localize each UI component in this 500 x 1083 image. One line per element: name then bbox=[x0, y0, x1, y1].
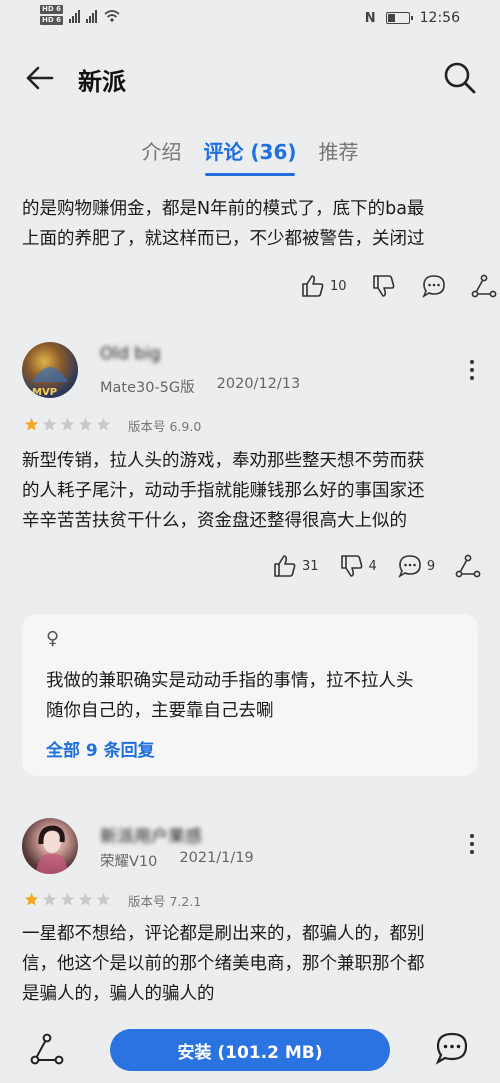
avatar bbox=[22, 818, 78, 874]
thumbs-down-icon bbox=[372, 275, 394, 297]
battery-icon bbox=[385, 12, 413, 24]
review-meta: Mate30-5G版 2020/12/13 bbox=[100, 376, 300, 397]
version-label: 版本号 6.9.0 bbox=[128, 419, 202, 434]
share-icon bbox=[455, 554, 481, 578]
device-name: 荣耀V10 bbox=[100, 854, 158, 870]
dislike-button[interactable]: 4 bbox=[339, 553, 377, 579]
share-icon[interactable] bbox=[30, 1032, 64, 1066]
like-button[interactable]: 31 bbox=[272, 553, 319, 579]
status-right: N 12:56 bbox=[365, 10, 460, 26]
star-empty-icon bbox=[42, 892, 57, 906]
review-body: 一星都不想给，评论都是刷出来的，都骗人的，都别 信，他这个是以前的那个绪美电商，… bbox=[22, 919, 482, 1009]
star-empty-icon bbox=[42, 417, 57, 431]
review-body: 新型传销，拉人头的游戏，奉劝那些整天想不劳而获 的人耗子尾汁，动动手指就能赚钱那… bbox=[22, 446, 482, 536]
device-name: Mate30-5G版 bbox=[100, 380, 195, 396]
review-date: 2021/1/19 bbox=[179, 850, 254, 866]
status-left: HD 6 HD 6 bbox=[40, 5, 121, 25]
like-count: 31 bbox=[302, 558, 319, 574]
reply-text: 我做的兼职确实是动动手指的事情，拉不拉人头 随你自己的，主要靠自己去唰 bbox=[46, 666, 466, 726]
thumbs-up-icon bbox=[274, 555, 296, 577]
reply-card[interactable]: ♀ 我做的兼职确实是动动手指的事情，拉不拉人头 随你自己的，主要靠自己去唰 全部… bbox=[22, 614, 478, 776]
search-icon[interactable] bbox=[440, 58, 480, 98]
sim2-badge: HD 6 bbox=[40, 16, 63, 25]
reply-line: 我做的兼职确实是动动手指的事情，拉不拉人头 bbox=[46, 671, 414, 691]
top-review-actions: 10 bbox=[300, 273, 497, 299]
avatar-image: MVP bbox=[32, 367, 68, 398]
share-icon bbox=[471, 274, 496, 298]
star-rating bbox=[24, 417, 111, 432]
review-card: 新派用户果感 荣耀V10 2021/1/19 版本号 7.2.1 一星都不想给，… bbox=[0, 816, 500, 1006]
avatar: MVP bbox=[22, 342, 78, 398]
install-button[interactable]: 安装 (101.2 MB) bbox=[110, 1029, 390, 1071]
version-label: 版本号 7.2.1 bbox=[128, 894, 202, 909]
review-date: 2020/12/13 bbox=[216, 376, 301, 392]
star-rating bbox=[24, 892, 111, 907]
bottom-bar: 安装 (101.2 MB) bbox=[0, 1012, 500, 1083]
reply-line: 随你自己的，主要靠自己去唰 bbox=[46, 701, 274, 721]
share-button[interactable] bbox=[455, 553, 481, 579]
more-options-icon[interactable] bbox=[468, 358, 476, 382]
review-card: MVP Old big Mate30-5G版 2020/12/13 版本号 6.… bbox=[0, 340, 500, 610]
comment-button[interactable]: 9 bbox=[397, 553, 435, 579]
tab-recommend[interactable]: 推荐 bbox=[319, 136, 359, 180]
star-empty-icon bbox=[96, 892, 111, 906]
username: Old big bbox=[100, 344, 161, 364]
top-review-text: 的是购物赚佣金，都是N年前的模式了，底下的ba最 上面的养肥了，就这样而已，不少… bbox=[22, 194, 482, 254]
page-title: 新派 bbox=[78, 68, 126, 96]
username: 新派用户果感 bbox=[100, 827, 202, 847]
thumbs-down-icon bbox=[340, 555, 362, 577]
star-empty-icon bbox=[60, 417, 75, 431]
tab-reviews[interactable]: 评论 (36) bbox=[203, 136, 297, 180]
thumbs-up-icon bbox=[302, 275, 324, 297]
comment-button[interactable] bbox=[421, 273, 447, 299]
back-arrow-icon[interactable] bbox=[22, 60, 58, 96]
signal1-icon bbox=[68, 9, 80, 23]
comment-count: 9 bbox=[426, 558, 436, 574]
avatar-image bbox=[36, 825, 68, 874]
status-bar: HD 6 HD 6 N 12:56 bbox=[0, 0, 500, 38]
wifi-icon bbox=[104, 10, 120, 22]
star-filled-icon bbox=[24, 417, 39, 431]
star-filled-icon bbox=[24, 892, 39, 906]
app-bar: 新派 bbox=[0, 38, 500, 118]
dislike-count: 4 bbox=[368, 558, 377, 574]
dislike-button[interactable] bbox=[371, 273, 397, 299]
review-line: 新型传销，拉人头的游戏，奉劝那些整天想不劳而获 bbox=[22, 451, 425, 471]
review-line: 信，他这个是以前的那个绪美电商，那个兼职那个都 bbox=[22, 954, 425, 974]
top-review-line: 上面的养肥了，就这样而已，不少都被警告，关闭过 bbox=[22, 229, 425, 249]
review-meta: 荣耀V10 2021/1/19 bbox=[100, 850, 254, 871]
star-empty-icon bbox=[78, 892, 93, 906]
review-line: 的人耗子尾汁，动动手指就能赚钱那么好的事国家还 bbox=[22, 481, 425, 501]
like-count: 10 bbox=[330, 278, 347, 294]
star-empty-icon bbox=[60, 892, 75, 906]
review-line: 辛辛苦苦扶贫干什么，资金盘还整得很高大上似的 bbox=[22, 511, 407, 531]
sim1-badge: HD 6 bbox=[40, 5, 63, 14]
comment-icon bbox=[398, 555, 421, 578]
like-button[interactable]: 10 bbox=[300, 273, 347, 299]
all-replies-link[interactable]: 全部 9 条回复 bbox=[46, 736, 155, 761]
star-empty-icon bbox=[96, 417, 111, 431]
tab-bar: 介绍 评论 (36) 推荐 bbox=[0, 136, 500, 180]
comment-icon[interactable] bbox=[434, 1030, 470, 1066]
nfc-icon: N bbox=[364, 10, 376, 26]
star-empty-icon bbox=[78, 417, 93, 431]
more-options-icon[interactable] bbox=[468, 832, 476, 856]
top-review-line: 的是购物赚佣金，都是N年前的模式了，底下的ba最 bbox=[22, 199, 425, 219]
battery-fill bbox=[387, 14, 396, 22]
female-icon: ♀ bbox=[46, 628, 60, 649]
share-button[interactable] bbox=[471, 273, 497, 299]
review-actions: 31 4 9 bbox=[272, 553, 481, 579]
review-line: 是骗人的，骗人的骗人的 bbox=[22, 984, 215, 1004]
sim-badges: HD 6 HD 6 bbox=[40, 5, 63, 25]
clock: 12:56 bbox=[419, 10, 460, 26]
tab-intro[interactable]: 介绍 bbox=[141, 136, 181, 180]
svg-text:MVP: MVP bbox=[32, 387, 57, 398]
signal2-icon bbox=[85, 9, 97, 23]
review-line: 一星都不想给，评论都是刷出来的，都骗人的，都别 bbox=[22, 924, 425, 944]
comment-icon bbox=[421, 275, 445, 298]
